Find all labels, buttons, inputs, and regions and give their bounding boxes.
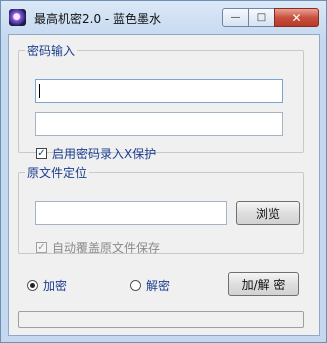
file-group: 原文件定位 浏览 ✓ 自动覆盖原文件保存	[18, 164, 304, 256]
decrypt-radio-label: 解密	[146, 279, 171, 293]
browse-button[interactable]: 浏览	[236, 201, 300, 225]
password-group-legend: 密码输入	[27, 44, 76, 58]
close-button[interactable]: ✕	[274, 8, 319, 27]
radio-selected-icon	[27, 280, 38, 291]
maximize-icon: □	[256, 12, 267, 23]
file-group-legend: 原文件定位	[27, 166, 88, 180]
overwrite-checkbox[interactable]: ✓ 自动覆盖原文件保存	[36, 239, 160, 256]
radio-unselected-icon	[130, 280, 141, 291]
encrypt-radio-label: 加密	[43, 279, 68, 293]
decrypt-radio[interactable]: 解密	[130, 277, 170, 294]
title-bar[interactable]: 最高机密2.0 - 蓝色墨水 — □ ✕	[1, 1, 326, 35]
app-window: 最高机密2.0 - 蓝色墨水 — □ ✕ 密码输入 ✓ 启用密码录入X保护 原文…	[0, 0, 327, 343]
checkbox-checked-disabled-icon: ✓	[36, 242, 47, 253]
checkbox-checked-icon: ✓	[36, 148, 47, 159]
minimize-icon: —	[230, 12, 241, 23]
app-icon[interactable]	[9, 9, 26, 26]
password-field-1[interactable]	[35, 79, 283, 103]
file-path-field[interactable]	[35, 201, 227, 225]
overwrite-checkbox-label: 自动覆盖原文件保存	[52, 241, 161, 255]
protect-checkbox[interactable]: ✓ 启用密码录入X保护	[36, 145, 156, 162]
password-field-2[interactable]	[35, 112, 283, 136]
encrypt-decrypt-button[interactable]: 加/解 密	[228, 272, 299, 296]
maximize-button[interactable]: □	[248, 8, 275, 27]
encrypt-radio[interactable]: 加密	[27, 277, 67, 294]
client-area: 密码输入 ✓ 启用密码录入X保护 原文件定位 浏览 ✓ 自动覆盖原文件保存 加密…	[8, 34, 320, 336]
window-title: 最高机密2.0 - 蓝色墨水	[34, 12, 162, 26]
minimize-button[interactable]: —	[222, 8, 249, 27]
text-caret	[39, 84, 40, 98]
close-icon: ✕	[291, 10, 302, 25]
password-group: 密码输入 ✓ 启用密码录入X保护	[18, 42, 304, 161]
status-bar	[18, 311, 304, 328]
protect-checkbox-label: 启用密码录入X保护	[52, 147, 157, 161]
